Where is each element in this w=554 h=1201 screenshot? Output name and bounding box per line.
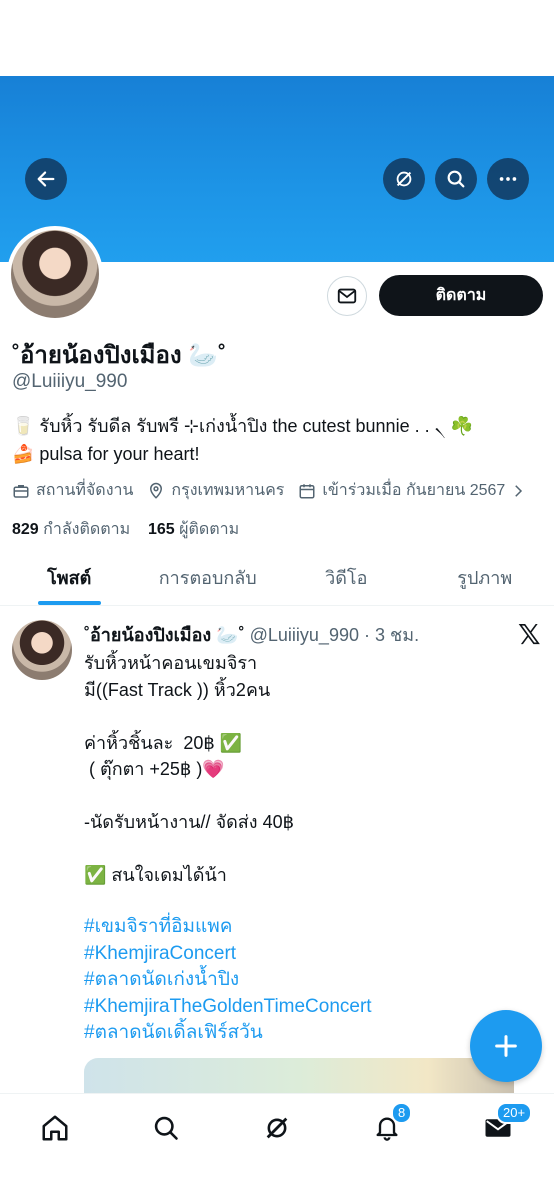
post-media[interactable] xyxy=(84,1058,514,1098)
post-line: -นัดรับหน้างาน// จัดส่ง 40฿ xyxy=(84,809,524,836)
post-line xyxy=(84,783,524,810)
bio-line: 🥛 รับหิ้ว รับดีล รับพรี ⊹เก่งน้ำปิง the … xyxy=(12,412,542,440)
notifications-badge: 8 xyxy=(391,1102,412,1124)
nav-grok[interactable] xyxy=(257,1108,297,1148)
profile-bio: 🥛 รับหิ้ว รับดีล รับพรี ⊹เก่งน้ำปิง the … xyxy=(12,412,542,468)
bio-line: 🍰 pulsa for your heart! xyxy=(12,440,542,468)
hashtag-link[interactable]: #ตลาดนัดเดิ้ลเฟิร์สวัน xyxy=(84,1020,372,1047)
location-pin-icon xyxy=(147,482,165,500)
meta-joined: เข้าร่วมเมื่อ กันยายน 2567 xyxy=(322,478,505,503)
profile-name: ˚อ้ายน้องปิงเมือง 🦢˚ xyxy=(12,335,226,374)
follow-button[interactable]: ติดตาม xyxy=(379,275,543,316)
compose-button[interactable] xyxy=(470,1010,542,1082)
tab-posts[interactable]: โพสต์ xyxy=(0,560,139,605)
post-line: ค่าหิ้วชิ้นละ 20฿ ✅ xyxy=(84,730,524,757)
followers-link[interactable]: 165 ผู้ติดตาม xyxy=(148,521,239,538)
back-button[interactable] xyxy=(25,158,67,200)
search-icon xyxy=(152,1114,180,1142)
tab-replies[interactable]: การตอบกลับ xyxy=(139,560,278,605)
profile-avatar[interactable] xyxy=(7,226,103,322)
search-icon xyxy=(445,168,467,190)
profile-meta: สถานที่จัดงาน กรุงเทพมหานคร เข้าร่วมเมื่… xyxy=(12,478,525,503)
arrow-left-icon xyxy=(35,168,57,190)
profile-stats: 829 กำลังติดตาม 165 ผู้ติดตาม xyxy=(12,517,239,542)
following-link[interactable]: 829 กำลังติดตาม xyxy=(12,521,130,538)
post-line xyxy=(84,703,524,730)
tab-photos[interactable]: รูปภาพ xyxy=(416,560,554,605)
post-author-handle[interactable]: @Luiiiyu_990 xyxy=(250,625,359,645)
chevron-right-icon[interactable] xyxy=(511,482,525,500)
mail-icon xyxy=(336,285,358,307)
briefcase-icon xyxy=(12,482,30,500)
profile-tabs: โพสต์ การตอบกลับ วิดีโอ รูปภาพ xyxy=(0,560,554,606)
x-logo-icon: 𝕏 xyxy=(518,618,541,651)
message-button[interactable] xyxy=(327,276,367,316)
post-line xyxy=(84,836,524,863)
bottom-navigation: 8 20+ xyxy=(0,1093,554,1201)
nav-home[interactable] xyxy=(35,1108,75,1148)
grok-icon xyxy=(263,1114,291,1142)
search-button[interactable] xyxy=(435,158,477,200)
post-line: ( ตุ๊กตา +25฿ )💗 xyxy=(84,756,524,783)
post-text: รับหิ้วหน้าคอนเขมจิรา มี((Fast Track )) … xyxy=(84,650,524,889)
plus-icon xyxy=(492,1032,520,1060)
nav-messages[interactable]: 20+ xyxy=(478,1108,518,1148)
calendar-icon xyxy=(298,482,316,500)
post-avatar[interactable] xyxy=(12,620,72,680)
post-line: ✅ สนใจเดมได้น้า xyxy=(84,862,524,889)
tab-videos[interactable]: วิดีโอ xyxy=(277,560,416,605)
more-horizontal-icon xyxy=(497,168,519,190)
nav-notifications[interactable]: 8 xyxy=(367,1108,407,1148)
post-time: · 3 ชม. xyxy=(364,625,419,645)
post-line: รับหิ้วหน้าคอนเขมจิรา xyxy=(84,650,524,677)
post-author-name[interactable]: ˚อ้ายน้องปิงเมือง 🦢˚ xyxy=(84,625,245,645)
home-icon xyxy=(40,1113,70,1143)
post-hashtags: #เขมจิราที่อิมแพค #KhemjiraConcert #ตลาด… xyxy=(84,914,372,1047)
profile-handle: @Luiiiyu_990 xyxy=(12,371,127,393)
more-button[interactable] xyxy=(487,158,529,200)
meta-category: สถานที่จัดงาน xyxy=(36,478,133,503)
hashtag-link[interactable]: #ตลาดนัดเก่งน้ำปิง xyxy=(84,967,372,994)
post-line: มี((Fast Track )) หิ้ว2คน xyxy=(84,677,524,704)
messages-badge: 20+ xyxy=(496,1102,532,1124)
nav-explore[interactable] xyxy=(146,1108,186,1148)
hashtag-link[interactable]: #KhemjiraTheGoldenTimeConcert xyxy=(84,994,372,1021)
hashtag-link[interactable]: #เขมจิราที่อิมแพค xyxy=(84,914,372,941)
grok-button[interactable] xyxy=(383,158,425,200)
post-header: ˚อ้ายน้องปิงเมือง 🦢˚ @Luiiiyu_990 · 3 ชม… xyxy=(84,620,419,649)
hashtag-link[interactable]: #KhemjiraConcert xyxy=(84,941,372,968)
grok-icon xyxy=(393,168,415,190)
meta-location: กรุงเทพมหานคร xyxy=(171,478,284,503)
